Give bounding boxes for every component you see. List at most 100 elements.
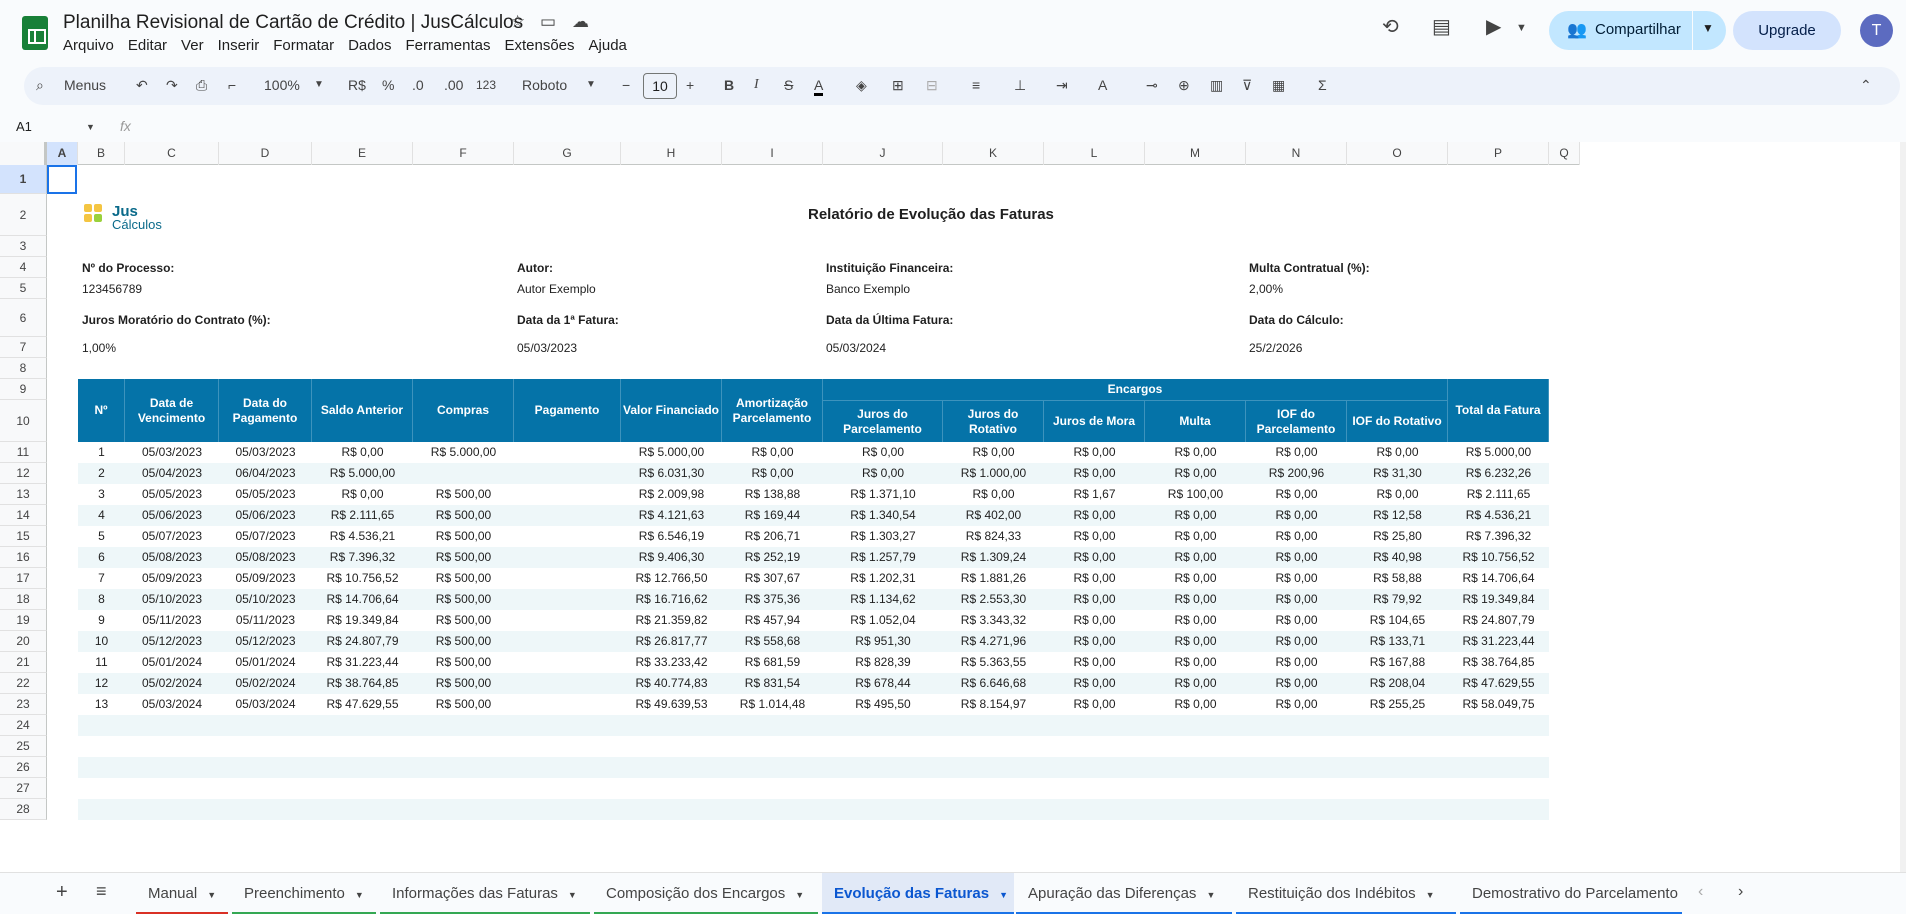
row-header-28[interactable]: 28 [0, 799, 47, 820]
column-header-M[interactable]: M [1145, 142, 1246, 165]
row-header-1[interactable]: 1 [0, 165, 47, 194]
currency-format-button[interactable]: R$ [348, 77, 366, 93]
collapse-toolbar-icon[interactable]: ⌃ [1860, 77, 1872, 94]
text-rotation-icon[interactable]: A [1098, 77, 1107, 93]
add-sheet-icon[interactable]: + [56, 881, 68, 904]
merge-cells-icon[interactable]: ⊟ [926, 77, 938, 94]
zoom-dropdown-icon[interactable]: ▼ [314, 79, 324, 90]
decrease-font-size-icon[interactable]: − [622, 77, 630, 93]
zoom-select[interactable]: 100% [264, 77, 300, 93]
sheet-tab-0[interactable]: Manual ▼ [136, 873, 228, 914]
menu-0[interactable]: Arquivo [63, 37, 114, 54]
search-icon[interactable]: ⌕ [36, 77, 44, 94]
row-header-13[interactable]: 13 [0, 484, 47, 505]
column-header-I[interactable]: I [722, 142, 823, 165]
tab-dropdown-icon[interactable]: ▼ [1426, 890, 1435, 900]
functions-icon[interactable]: Σ [1318, 77, 1327, 93]
move-folder-icon[interactable]: ▭ [540, 12, 556, 32]
vertical-scrollbar[interactable] [1900, 142, 1906, 872]
row-header-8[interactable]: 8 [0, 358, 47, 379]
document-title[interactable]: Planilha Revisional de Cartão de Crédito… [63, 12, 523, 34]
sheets-logo-icon[interactable] [22, 16, 48, 50]
row-header-22[interactable]: 22 [0, 673, 47, 694]
align-horizontal-icon[interactable]: ≡ [972, 77, 980, 93]
row-header-11[interactable]: 11 [0, 442, 47, 463]
tab-dropdown-icon[interactable]: ▼ [207, 890, 216, 900]
meet-dropdown-icon[interactable]: ▼ [1516, 22, 1527, 34]
column-header-H[interactable]: H [621, 142, 722, 165]
row-header-4[interactable]: 4 [0, 257, 47, 278]
menu-6[interactable]: Ferramentas [405, 37, 490, 54]
menu-4[interactable]: Formatar [273, 37, 334, 54]
sheet-tab-4[interactable]: Evolução das Faturas ▼ [822, 873, 1014, 914]
tab-dropdown-icon[interactable]: ▼ [355, 890, 364, 900]
print-icon[interactable]: ⎙ [196, 77, 207, 94]
sheet-tab-5[interactable]: Apuração das Diferenças ▼ [1016, 873, 1232, 914]
column-header-A[interactable]: A [47, 142, 78, 165]
align-vertical-icon[interactable]: ⊥ [1014, 77, 1026, 94]
menu-3[interactable]: Inserir [218, 37, 260, 54]
row-header-20[interactable]: 20 [0, 631, 47, 652]
tab-dropdown-icon[interactable]: ▼ [999, 890, 1008, 900]
row-header-19[interactable]: 19 [0, 610, 47, 631]
font-dropdown-icon[interactable]: ▼ [586, 79, 596, 90]
column-header-Q[interactable]: Q [1549, 142, 1580, 165]
menu-2[interactable]: Ver [181, 37, 204, 54]
meet-icon[interactable]: ▶ [1486, 14, 1501, 39]
insert-comment-icon[interactable]: ⊕ [1178, 77, 1190, 94]
row-header-27[interactable]: 27 [0, 778, 47, 799]
all-sheets-icon[interactable]: ≡ [96, 881, 107, 902]
column-header-K[interactable]: K [943, 142, 1044, 165]
column-header-N[interactable]: N [1246, 142, 1347, 165]
strikethrough-icon[interactable]: S [784, 77, 793, 93]
row-header-9[interactable]: 9 [0, 379, 47, 400]
menu-1[interactable]: Editar [128, 37, 167, 54]
comments-icon[interactable]: ▤ [1432, 14, 1451, 39]
sheet-tab-3[interactable]: Composição dos Encargos ▼ [594, 873, 818, 914]
tabs-scroll-left-icon[interactable]: ‹ [1698, 883, 1703, 901]
menus-search[interactable]: Menus [64, 77, 106, 93]
column-header-B[interactable]: B [78, 142, 125, 165]
borders-icon[interactable]: ⊞ [892, 77, 904, 94]
row-header-7[interactable]: 7 [0, 337, 47, 358]
column-header-F[interactable]: F [413, 142, 514, 165]
insert-link-icon[interactable]: ⊸ [1146, 77, 1158, 94]
tabs-scroll-right-icon[interactable]: › [1738, 883, 1743, 901]
column-header-G[interactable]: G [514, 142, 621, 165]
column-header-J[interactable]: J [823, 142, 943, 165]
percent-format-button[interactable]: % [382, 77, 394, 93]
sheet-tab-2[interactable]: Informações das Faturas ▼ [380, 873, 590, 914]
share-dropdown-icon[interactable]: ▼ [1702, 21, 1714, 35]
column-header-E[interactable]: E [312, 142, 413, 165]
select-all-corner[interactable] [0, 142, 47, 165]
decrease-decimal-button[interactable]: .0 [412, 77, 424, 93]
row-header-24[interactable]: 24 [0, 715, 47, 736]
bold-icon[interactable]: B [724, 77, 734, 93]
column-header-P[interactable]: P [1448, 142, 1549, 165]
row-header-3[interactable]: 3 [0, 236, 47, 257]
row-header-14[interactable]: 14 [0, 505, 47, 526]
row-header-21[interactable]: 21 [0, 652, 47, 673]
tab-dropdown-icon[interactable]: ▼ [568, 890, 577, 900]
column-header-D[interactable]: D [219, 142, 312, 165]
sheet-tab-1[interactable]: Preenchimento ▼ [232, 873, 376, 914]
column-header-C[interactable]: C [125, 142, 219, 165]
avatar[interactable]: T [1860, 14, 1893, 47]
filter-icon[interactable]: ⊽ [1242, 77, 1252, 94]
sheet-tab-6[interactable]: Restituição dos Indébitos ▼ [1236, 873, 1456, 914]
text-wrap-icon[interactable]: ⇥ [1056, 77, 1068, 94]
row-header-10[interactable]: 10 [0, 400, 47, 442]
row-header-2[interactable]: 2 [0, 194, 47, 236]
tab-dropdown-icon[interactable]: ▼ [795, 890, 804, 900]
row-header-5[interactable]: 5 [0, 278, 47, 299]
menu-7[interactable]: Extensões [504, 37, 574, 54]
italic-icon[interactable]: I [754, 77, 759, 93]
row-header-26[interactable]: 26 [0, 757, 47, 778]
cloud-status-icon[interactable]: ☁ [572, 12, 589, 32]
redo-icon[interactable]: ↷ [166, 77, 178, 94]
tab-dropdown-icon[interactable]: ▼ [1206, 890, 1215, 900]
row-header-6[interactable]: 6 [0, 299, 47, 337]
undo-icon[interactable]: ↶ [136, 77, 148, 94]
row-header-18[interactable]: 18 [0, 589, 47, 610]
row-header-16[interactable]: 16 [0, 547, 47, 568]
